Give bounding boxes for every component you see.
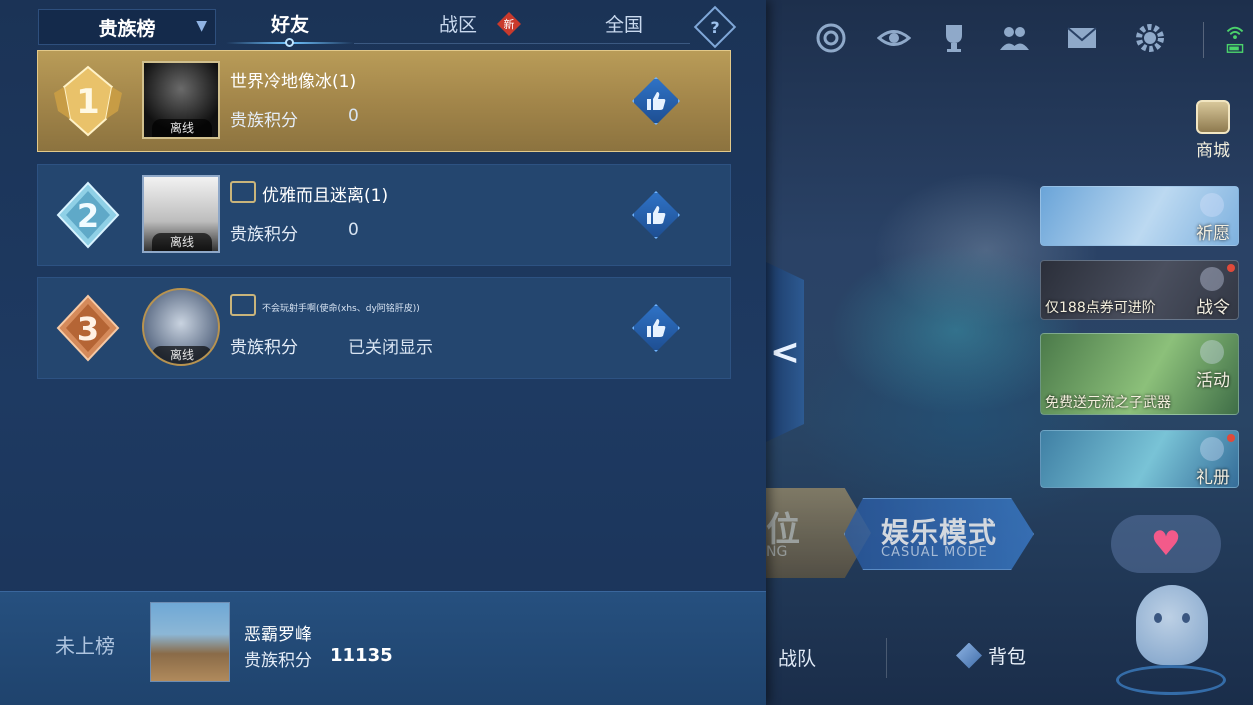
battle-pass-promo: 仅188点券可进阶 [1045,300,1156,316]
battle-pass-label: 战令 [1196,298,1230,318]
my-name: 恶霸罗峰 [244,625,312,645]
lobby-background: 商城 祈愿 战令 仅188点券可进阶 活动 免费送元流之子武器 礼册 < 位 N… [766,0,1253,705]
score-value: 0 [348,106,359,126]
player-name: 不会玩射手啊(使命(xhs、dy阿铭肝皮)) [262,304,420,314]
top-icon-bar [766,18,1253,62]
divider [1203,22,1204,58]
rank-3-medal-icon: 3 [56,294,120,362]
heart-bubble[interactable]: ♥ [1111,515,1221,573]
my-score-value: 11135 [330,645,393,666]
rank-3-number: 3 [77,310,99,348]
rank-2-number: 2 [77,197,99,235]
trophy-icon[interactable] [934,18,974,58]
my-avatar[interactable] [150,602,230,682]
my-rank-status: 未上榜 [55,634,115,658]
chevron-left-icon: < [769,331,801,373]
battle-pass-card[interactable]: 战令 仅188点券可进阶 [1040,260,1239,320]
mail-icon[interactable] [1062,18,1102,58]
my-score-label: 贵族积分 [244,651,312,671]
notification-dot [1227,434,1235,442]
player-name: 世界冷地像冰(1) [230,72,357,92]
gift-card[interactable]: 礼册 [1040,430,1239,488]
new-badge: 新 [497,12,521,36]
board-type-dropdown[interactable]: 贵族榜 ▼ [38,9,216,45]
event-icon [1200,340,1224,364]
wish-label: 祈愿 [1196,224,1230,244]
thumbs-up-icon [647,92,666,110]
like-button[interactable] [632,77,680,125]
like-button[interactable] [632,191,680,239]
event-card[interactable]: 活动 免费送元流之子武器 [1040,333,1239,415]
pet-eyes [1154,613,1190,623]
eye-icon[interactable] [874,18,914,58]
collapse-panel-button[interactable]: < [766,262,804,442]
wish-card[interactable]: 祈愿 [1040,186,1239,246]
divider [886,638,887,678]
my-rank-row: 未上榜 恶霸罗峰 贵族积分 11135 [0,591,766,705]
offline-badge: 离线 [152,233,212,251]
leaderboard-panel: 贵族榜 ▼ 好友 战区 新 全国 ? 1 离线 世界冷地像冰(1) 贵族积分 0 [0,0,766,705]
noble-frame-icon [230,181,256,203]
score-value: 0 [348,220,359,240]
tab-region[interactable]: 战区 [418,10,498,44]
board-type-label: 贵族榜 [98,17,156,40]
wish-icon [1200,193,1224,217]
thumbs-up-icon [647,319,666,337]
casual-mode-button[interactable]: 娱乐模式 CASUAL MODE [844,498,1034,570]
wifi-battery-icon [1226,26,1244,53]
offline-badge: 离线 [152,346,212,364]
battle-pass-icon [1200,267,1224,291]
thumbs-up-icon [647,206,666,224]
leaderboard-row-2[interactable]: 2 离线 优雅而且迷离(1) 贵族积分 0 [37,164,731,266]
offline-badge: 离线 [152,119,212,137]
bag-icon [956,642,982,669]
casual-mode-sub: CASUAL MODE [881,545,988,560]
like-button[interactable] [632,304,680,352]
player-name: 优雅而且迷离(1) [262,186,389,206]
leaderboard-row-1[interactable]: 1 离线 世界冷地像冰(1) 贵族积分 0 [37,50,731,152]
event-promo: 免费送元流之子武器 [1045,395,1171,411]
tab-national[interactable]: 全国 [584,10,664,44]
heart-icon: ♥ [1150,524,1182,564]
help-icon[interactable]: ? [693,5,737,49]
tab-bar: 贵族榜 ▼ 好友 战区 新 全国 ? [0,0,766,49]
team-button[interactable]: 战队 [778,644,816,671]
shop-button[interactable]: 商城 [1188,100,1238,161]
target-icon[interactable] [811,18,851,58]
pet-assistant[interactable]: ♥ [1106,515,1236,705]
score-value: 已关闭显示 [348,338,433,358]
score-label: 贵族积分 [230,225,298,245]
avatar[interactable]: 离线 [142,288,220,366]
gift-label: 礼册 [1196,468,1230,488]
pet-body [1136,585,1208,665]
pet-ring [1116,665,1226,695]
noble-frame-icon [230,294,256,316]
rank-2-medal-icon: 2 [56,181,120,249]
score-label: 贵族积分 [230,338,298,358]
event-label: 活动 [1196,371,1230,391]
mode-buttons: 位 NG 娱乐模式 CASUAL MODE [766,488,1036,578]
shop-label: 商城 [1196,141,1230,161]
rank-1-number: 1 [76,82,100,122]
chevron-down-icon: ▼ [196,18,207,34]
settings-icon[interactable] [1130,18,1170,58]
avatar[interactable]: 离线 [142,61,220,139]
score-label: 贵族积分 [230,111,298,131]
friends-icon[interactable] [994,18,1034,58]
gift-icon [1200,437,1224,461]
shop-icon [1196,100,1230,134]
bag-button[interactable]: 背包 [956,642,1026,669]
leaderboard-row-3[interactable]: 3 离线 不会玩射手啊(使命(xhs、dy阿铭肝皮)) 贵族积分 已关闭显示 [37,277,731,379]
notification-dot [1227,264,1235,272]
avatar[interactable]: 离线 [142,175,220,253]
ranked-mode-sub: NG [766,544,788,560]
bag-label: 背包 [988,646,1027,668]
rank-1-medal-icon: 1 [54,65,122,137]
active-tab-dot [285,38,294,47]
